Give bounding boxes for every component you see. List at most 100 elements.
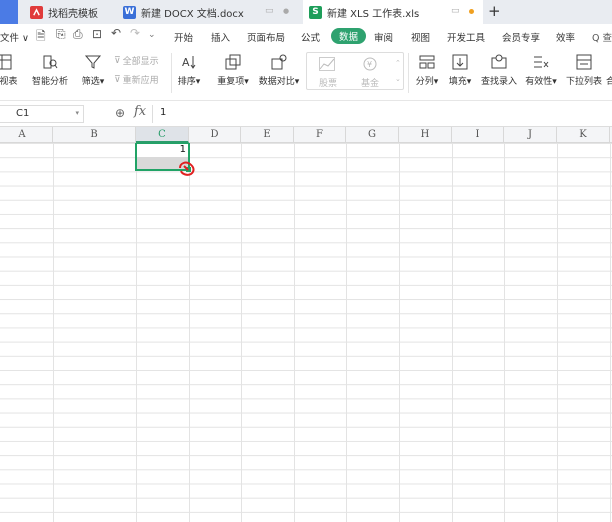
menu-page-layout[interactable]: 页面布局 [247, 30, 285, 44]
column-header-b[interactable]: B [53, 127, 136, 143]
menu-file[interactable]: 文件 ∨ [0, 30, 29, 44]
tab-close-icon[interactable]: ● [283, 7, 289, 15]
fill-button[interactable]: 填充▾ [446, 47, 474, 101]
stock-button[interactable]: 股票 [319, 76, 337, 89]
fund-button[interactable]: 基金 [361, 76, 379, 89]
data-compare-button[interactable]: 数据对比▾ [258, 47, 300, 101]
print-preview-icon[interactable]: ⊡ [92, 27, 102, 41]
tab-xls-spreadsheet[interactable]: S 新建 XLS 工作表.xls ▭ [303, 0, 483, 24]
column-header-k[interactable]: K [557, 127, 610, 143]
fill-label: 填充▾ [448, 77, 472, 87]
column-header-d[interactable]: D [189, 127, 241, 143]
validity-button[interactable]: 有效性▾ [524, 47, 558, 101]
column-header-h[interactable]: H [399, 127, 452, 143]
tab-template-store[interactable]: 找稻壳模板 [24, 0, 114, 24]
grid-column-line [557, 143, 558, 522]
menu-data[interactable]: 数据 [331, 28, 367, 44]
split-columns-label: 分列▾ [415, 77, 439, 87]
lookup-entry-button[interactable]: 查找录入 [480, 47, 518, 101]
validity-icon [534, 56, 549, 68]
column-header-c[interactable]: C [136, 127, 189, 143]
smart-analysis-button[interactable]: 智能分析 [30, 47, 70, 101]
smart-analysis-icon [43, 55, 58, 69]
grid-column-line [346, 143, 347, 522]
redo-icon[interactable]: ↷ [130, 26, 140, 40]
undo-icon[interactable]: ↶ [111, 26, 121, 40]
pivot-table-button[interactable]: 据视表 [0, 47, 22, 101]
formula-divider [152, 105, 153, 123]
word-doc-icon: W [123, 5, 136, 19]
column-header-j[interactable]: J [504, 127, 557, 143]
filter-button[interactable]: 筛选▾ [80, 47, 106, 101]
pivot-table-icon [0, 54, 12, 70]
smart-analysis-label: 智能分析 [31, 77, 68, 87]
tab-label: 新建 XLS 工作表.xls [327, 8, 420, 20]
grid-column-line [610, 143, 611, 522]
name-box[interactable]: C1 ▾ [0, 105, 84, 123]
column-header-a[interactable]: A [0, 127, 53, 143]
tab-docx-document[interactable]: W 新建 DOCX 文档.docx ▭ ● [117, 0, 303, 24]
menu-dev-tools[interactable]: 开发工具 [447, 30, 485, 44]
sort-label: 排序▾ [177, 77, 201, 87]
validity-label: 有效性▾ [525, 77, 557, 87]
fx-function-icon[interactable]: fx [134, 104, 146, 119]
show-all-button[interactable]: ⊽ 全部显示 [114, 54, 159, 68]
grid-column-line [294, 143, 295, 522]
stock-fund-group: 股票 ¥ 基金 ⌃ ⌄ [306, 52, 404, 90]
grid-column-line [136, 143, 137, 522]
lookup-entry-label: 查找录入 [480, 77, 517, 87]
quick-access-more-icon[interactable]: ⌄ [148, 30, 156, 40]
menu-review[interactable]: 审阅 [374, 30, 393, 44]
toolbar-divider [171, 53, 172, 93]
dropdown-list-button[interactable]: 下拉列表 [564, 47, 604, 101]
cloud-sync-icon[interactable]: ▭ [265, 6, 274, 16]
stock-chart-icon [319, 57, 335, 71]
chevron-down-icon: ▾ [75, 109, 79, 117]
show-all-icon: ⊽ [114, 55, 121, 66]
split-columns-button[interactable]: 分列▾ [413, 47, 441, 101]
data-compare-icon [271, 54, 287, 70]
grid-column-line [452, 143, 453, 522]
menu-insert[interactable]: 插入 [211, 30, 230, 44]
export-pdf-icon[interactable]: ⎘ [56, 27, 66, 42]
scroll-up-icon[interactable]: ⌃ [395, 59, 401, 67]
column-header-e[interactable]: E [241, 127, 294, 143]
grid-column-line [399, 143, 400, 522]
tab-label: 找稻壳模板 [48, 8, 98, 20]
duplicates-label: 重复项▾ [217, 77, 249, 87]
column-header-row: A B C D E F G H I J K [0, 127, 612, 143]
tab-label: 新建 DOCX 文档.docx [141, 8, 244, 20]
column-header-g[interactable]: G [346, 127, 399, 143]
unsaved-dot-icon [469, 9, 474, 14]
spreadsheet-grid[interactable]: 1 [0, 143, 612, 522]
grid-column-line [504, 143, 505, 522]
scroll-down-icon[interactable]: ⌄ [395, 75, 401, 83]
print-icon[interactable]: ⎙ [73, 27, 83, 42]
fund-icon: ¥ [363, 57, 377, 71]
merge-calc-button[interactable]: 合 [606, 74, 612, 87]
new-tab-button[interactable]: + [488, 2, 501, 20]
cloud-sync-icon[interactable]: ▭ [451, 6, 460, 16]
column-header-i[interactable]: I [452, 127, 504, 143]
menu-member[interactable]: 会员专享 [502, 30, 540, 44]
menu-efficiency[interactable]: 效率 [556, 30, 575, 44]
menu-home[interactable]: 开始 [174, 30, 193, 44]
data-compare-label: 数据对比▾ [258, 77, 300, 87]
lookup-entry-icon [491, 54, 507, 69]
svg-text:¥: ¥ [367, 60, 372, 69]
search-command[interactable]: Q 查 [592, 30, 612, 44]
duplicates-button[interactable]: 重复项▾ [216, 47, 250, 101]
fill-down-icon [452, 54, 468, 70]
zoom-search-icon[interactable]: ⊕ [115, 106, 125, 120]
save-icon[interactable]: 🗎 [36, 27, 46, 48]
filter-icon [84, 55, 102, 69]
grid-column-line [241, 143, 242, 522]
formula-input[interactable]: 1 [160, 107, 166, 118]
column-header-f[interactable]: F [294, 127, 346, 143]
ribbon-data-toolbar: 据视表 智能分析 筛选▾ ⊽全部显示 ⊽重新应用 A 排序▾ 重复项▾ 数据对比… [0, 47, 612, 101]
reapply-button[interactable]: ⊽ 重新应用 [114, 73, 159, 87]
app-menu-stub[interactable] [0, 0, 18, 24]
menu-view[interactable]: 视图 [411, 30, 430, 44]
sort-button[interactable]: A 排序▾ [176, 47, 202, 101]
menu-formula[interactable]: 公式 [301, 30, 320, 44]
